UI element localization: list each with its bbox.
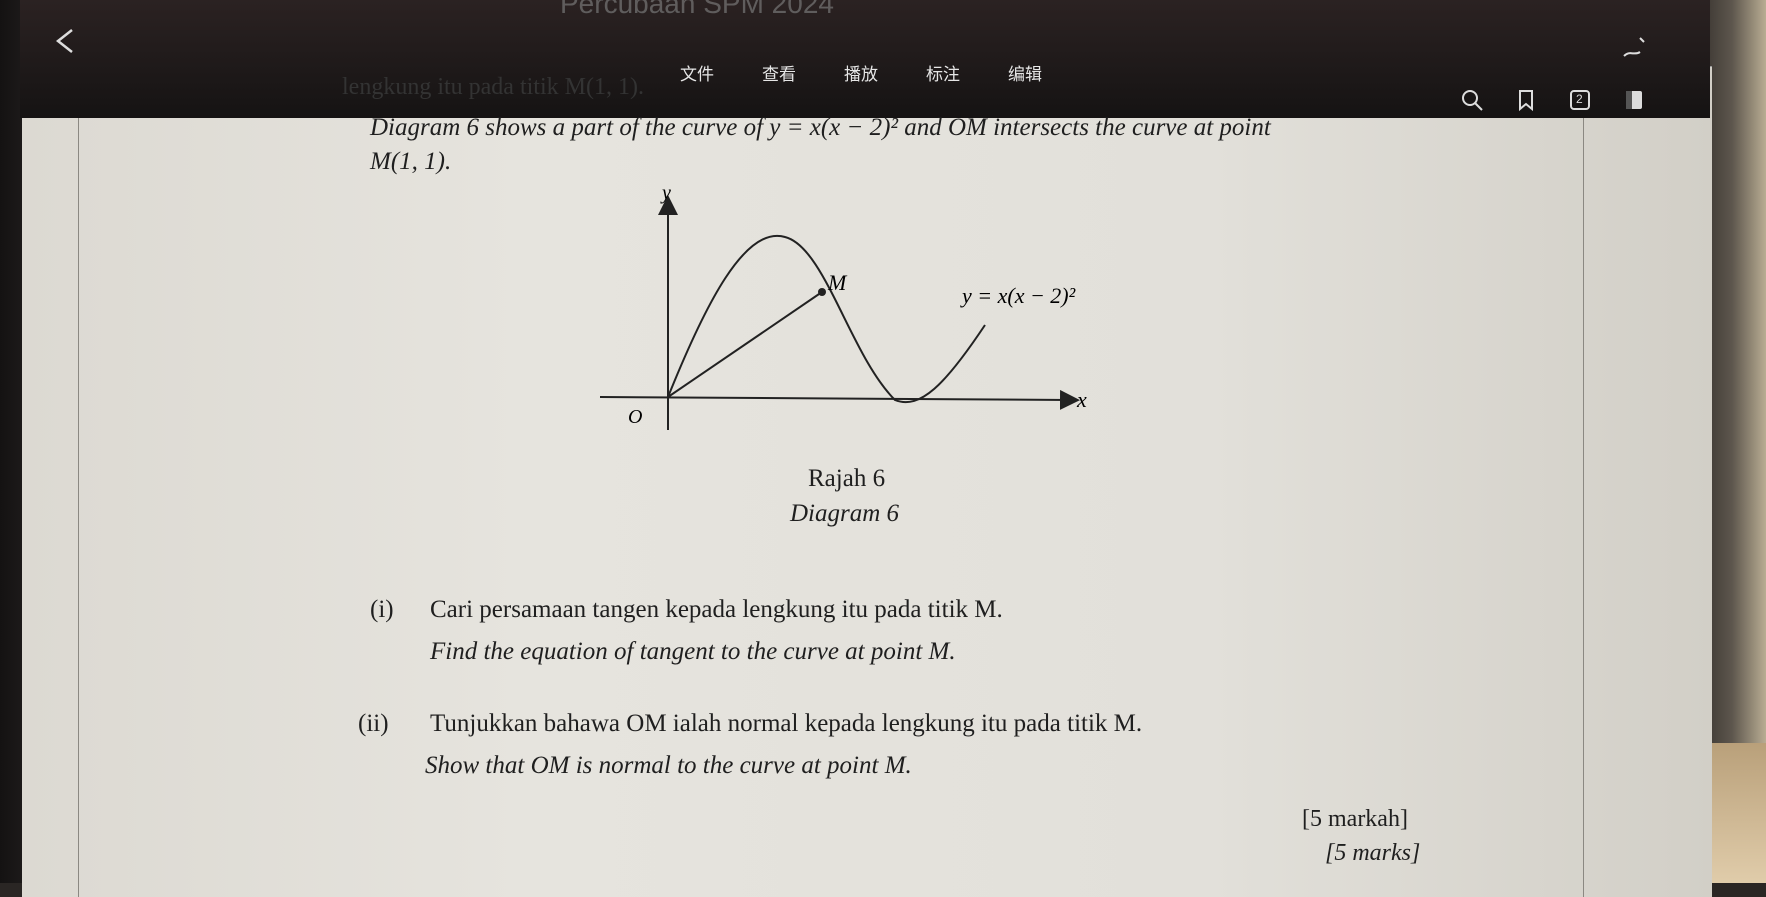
- curve-diagram: y x O M y = x(x − 2)²: [600, 185, 1087, 430]
- menu-annotate[interactable]: 标注: [926, 60, 960, 85]
- point-m-marker: [818, 288, 826, 296]
- part-ii-number: (ii): [358, 710, 389, 737]
- intro-prefix: Diagram 6 shows a part of the curve of: [370, 114, 770, 141]
- intro-suffix: and OM intersects the curve at point: [897, 114, 1271, 141]
- panel-toggle-icon[interactable]: [1622, 88, 1646, 112]
- menu-edit[interactable]: 编辑: [1008, 60, 1042, 85]
- curve-path: [667, 234, 986, 404]
- point-m-label: M: [827, 270, 848, 295]
- search-icon[interactable]: [1460, 88, 1484, 112]
- origin-label: O: [628, 406, 642, 428]
- pen-icon[interactable]: [1620, 32, 1654, 60]
- part-i-english: Find the equation of tangent to the curv…: [430, 638, 956, 665]
- document-title: Percubaan SPM 2024: [560, 0, 834, 19]
- x-axis-label: x: [1076, 387, 1087, 412]
- page-badge-number: 2: [1576, 92, 1583, 106]
- intro-point: M(1, 1).: [370, 148, 452, 175]
- top-menu: 文件 查看 播放 标注 编辑: [680, 60, 1042, 85]
- part-ii-english: Show that OM is normal to the curve at p…: [425, 752, 912, 779]
- menu-file[interactable]: 文件: [680, 60, 714, 85]
- page-badge-icon[interactable]: 2: [1568, 88, 1592, 112]
- bookmark-icon[interactable]: [1514, 88, 1538, 112]
- intro-equation: y = x(x − 2)²: [769, 114, 898, 141]
- curve-equation-label: y = x(x − 2)²: [960, 283, 1076, 308]
- x-axis: [600, 389, 1080, 410]
- back-arrow-icon[interactable]: [50, 26, 80, 56]
- menu-view[interactable]: 查看: [762, 60, 796, 85]
- caption-malay: Rajah 6: [808, 465, 886, 492]
- part-i-malay: Cari persamaan tangen kepada lengkung it…: [430, 596, 1003, 623]
- caption-english: Diagram 6: [790, 500, 900, 527]
- menu-play[interactable]: 播放: [844, 60, 878, 85]
- question-intro: Diagram 6 shows a part of the curve of y…: [370, 114, 1271, 142]
- part-ii-malay: Tunjukkan bahawa OM ialah normal kepada …: [430, 710, 1143, 737]
- part-i-number: (i): [370, 596, 394, 623]
- toolbar-icons: 2: [1460, 88, 1646, 112]
- app-toolbar: Percubaan SPM 2024 文件 查看 播放 标注 编辑 2: [20, 0, 1710, 118]
- truncated-previous-line: lengkung itu pada titik M(1, 1).: [342, 74, 644, 100]
- marks-malay: [5 markah]: [1302, 806, 1408, 832]
- y-axis-label: y: [660, 185, 671, 204]
- marks-english: [5 marks]: [1325, 840, 1421, 866]
